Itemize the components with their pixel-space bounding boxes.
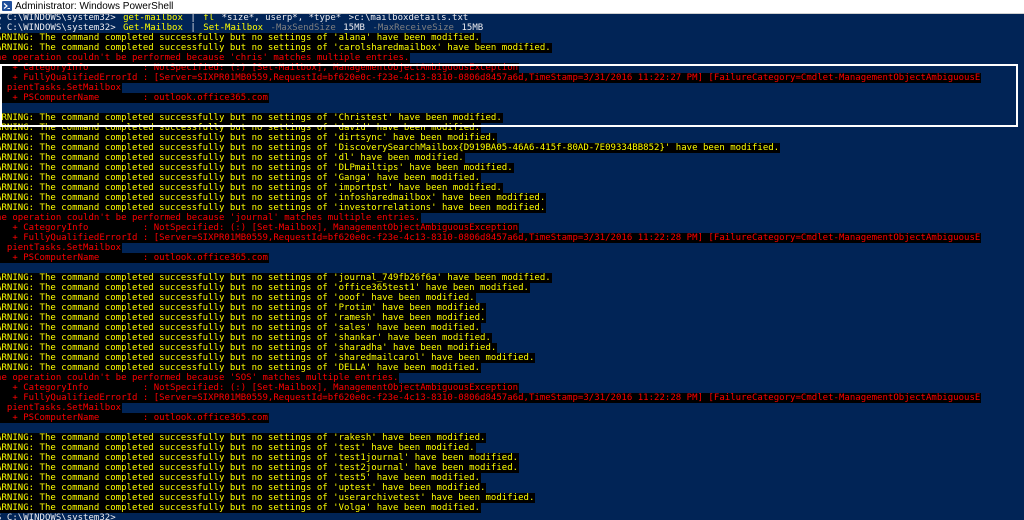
command-text: | bbox=[184, 14, 202, 23]
warning-text: ARNING: The command completed successful… bbox=[0, 33, 482, 43]
warning-text: ARNING: The command completed successful… bbox=[0, 433, 487, 443]
command-text: | bbox=[184, 23, 202, 33]
highlight-box bbox=[0, 64, 1018, 127]
error-text: + CategoryInfo : NotSpecified: (:) [Set-… bbox=[0, 383, 520, 393]
warning-text: ARNING: The command completed successful… bbox=[0, 43, 552, 53]
warning-text: ARNING: The command completed successful… bbox=[0, 323, 482, 333]
warning-text: ARNING: The command completed successful… bbox=[0, 143, 781, 153]
command-text: 15MB bbox=[337, 23, 371, 33]
prompt-text: S C:\WINDOWS\system32> bbox=[0, 14, 122, 23]
warning-text: ARNING: The command completed successful… bbox=[0, 163, 514, 173]
console-line: + PSComputerName : outlook.office365.com bbox=[0, 413, 269, 424]
error-text: + FullyQualifiedErrorId : [Server=SIXPR0… bbox=[0, 393, 982, 403]
command-text: 15MB bbox=[456, 23, 484, 33]
warning-text: ARNING: The command completed successful… bbox=[0, 493, 536, 503]
warning-text: ARNING: The command completed successful… bbox=[0, 283, 530, 293]
warning-text: ARNING: The command completed successful… bbox=[0, 303, 487, 313]
prompt-text: S C:\WINDOWS\system32> bbox=[0, 23, 122, 33]
warning-text: ARNING: The command completed successful… bbox=[0, 343, 498, 353]
command-text: >c:\mailboxdetails.txt bbox=[348, 14, 469, 23]
warning-text: ARNING: The command completed successful… bbox=[0, 333, 492, 343]
warning-text: ARNING: The command completed successful… bbox=[0, 203, 547, 213]
error-text: he operation couldn't be performed becau… bbox=[0, 53, 411, 63]
console-output[interactable]: S C:\WINDOWS\system32> get-mailbox | fl … bbox=[0, 14, 1024, 520]
warning-text: ARNING: The command completed successful… bbox=[0, 483, 487, 493]
error-text: he operation couldn't be performed becau… bbox=[0, 373, 400, 383]
command-text: Set-Mailbox bbox=[203, 23, 264, 33]
error-text: pientTasks.SetMailbox bbox=[0, 243, 123, 253]
warning-text: ARNING: The command completed successful… bbox=[0, 133, 498, 143]
command-text: Get-Mailbox bbox=[123, 23, 183, 33]
prompt-text: S C:\WINDOWS\system32> bbox=[0, 513, 122, 520]
error-text: pientTasks.SetMailbox bbox=[0, 403, 123, 413]
window-title: Administrator: Windows PowerShell bbox=[15, 1, 174, 12]
command-text: get-mailbox bbox=[123, 14, 183, 23]
console-line: S C:\WINDOWS\system32> bbox=[0, 513, 129, 520]
console-line: + FullyQualifiedErrorId : [Server=SIXPR0… bbox=[0, 233, 982, 244]
warning-text: ARNING: The command completed successful… bbox=[0, 473, 482, 483]
command-text: fl bbox=[203, 14, 215, 23]
warning-text: ARNING: The command completed successful… bbox=[0, 453, 520, 463]
title-bar[interactable]: Administrator: Windows PowerShell bbox=[0, 0, 1024, 14]
warning-text: ARNING: The command completed successful… bbox=[0, 183, 503, 193]
warning-text: ARNING: The command completed successful… bbox=[0, 293, 476, 303]
warning-text: ARNING: The command completed successful… bbox=[0, 363, 482, 373]
warning-text: ARNING: The command completed successful… bbox=[0, 463, 520, 473]
warning-text: ARNING: The command completed successful… bbox=[0, 153, 465, 163]
error-text: + PSComputerName : outlook.office365.com bbox=[0, 413, 269, 423]
command-text: *size*, userp*, *type* bbox=[216, 14, 347, 23]
powershell-icon bbox=[2, 1, 12, 11]
error-text: he operation couldn't be performed becau… bbox=[0, 213, 422, 223]
command-text: -MaxReceiveSize bbox=[372, 23, 454, 33]
warning-text: ARNING: The command completed successful… bbox=[0, 443, 476, 453]
warning-text: ARNING: The command completed successful… bbox=[0, 313, 487, 323]
error-text: + PSComputerName : outlook.office365.com bbox=[0, 253, 269, 263]
error-text: + FullyQualifiedErrorId : [Server=SIXPR0… bbox=[0, 233, 982, 243]
command-text: -MaxSendSize bbox=[265, 23, 336, 33]
error-text: + CategoryInfo : NotSpecified: (:) [Set-… bbox=[0, 223, 520, 233]
warning-text: ARNING: The command completed successful… bbox=[0, 193, 547, 203]
warning-text: ARNING: The command completed successful… bbox=[0, 353, 536, 363]
warning-text: ARNING: The command completed successful… bbox=[0, 273, 552, 283]
console-line: + FullyQualifiedErrorId : [Server=SIXPR0… bbox=[0, 393, 982, 404]
warning-text: ARNING: The command completed successful… bbox=[0, 503, 482, 513]
console-line: + PSComputerName : outlook.office365.com bbox=[0, 253, 269, 264]
warning-text: ARNING: The command completed successful… bbox=[0, 173, 482, 183]
